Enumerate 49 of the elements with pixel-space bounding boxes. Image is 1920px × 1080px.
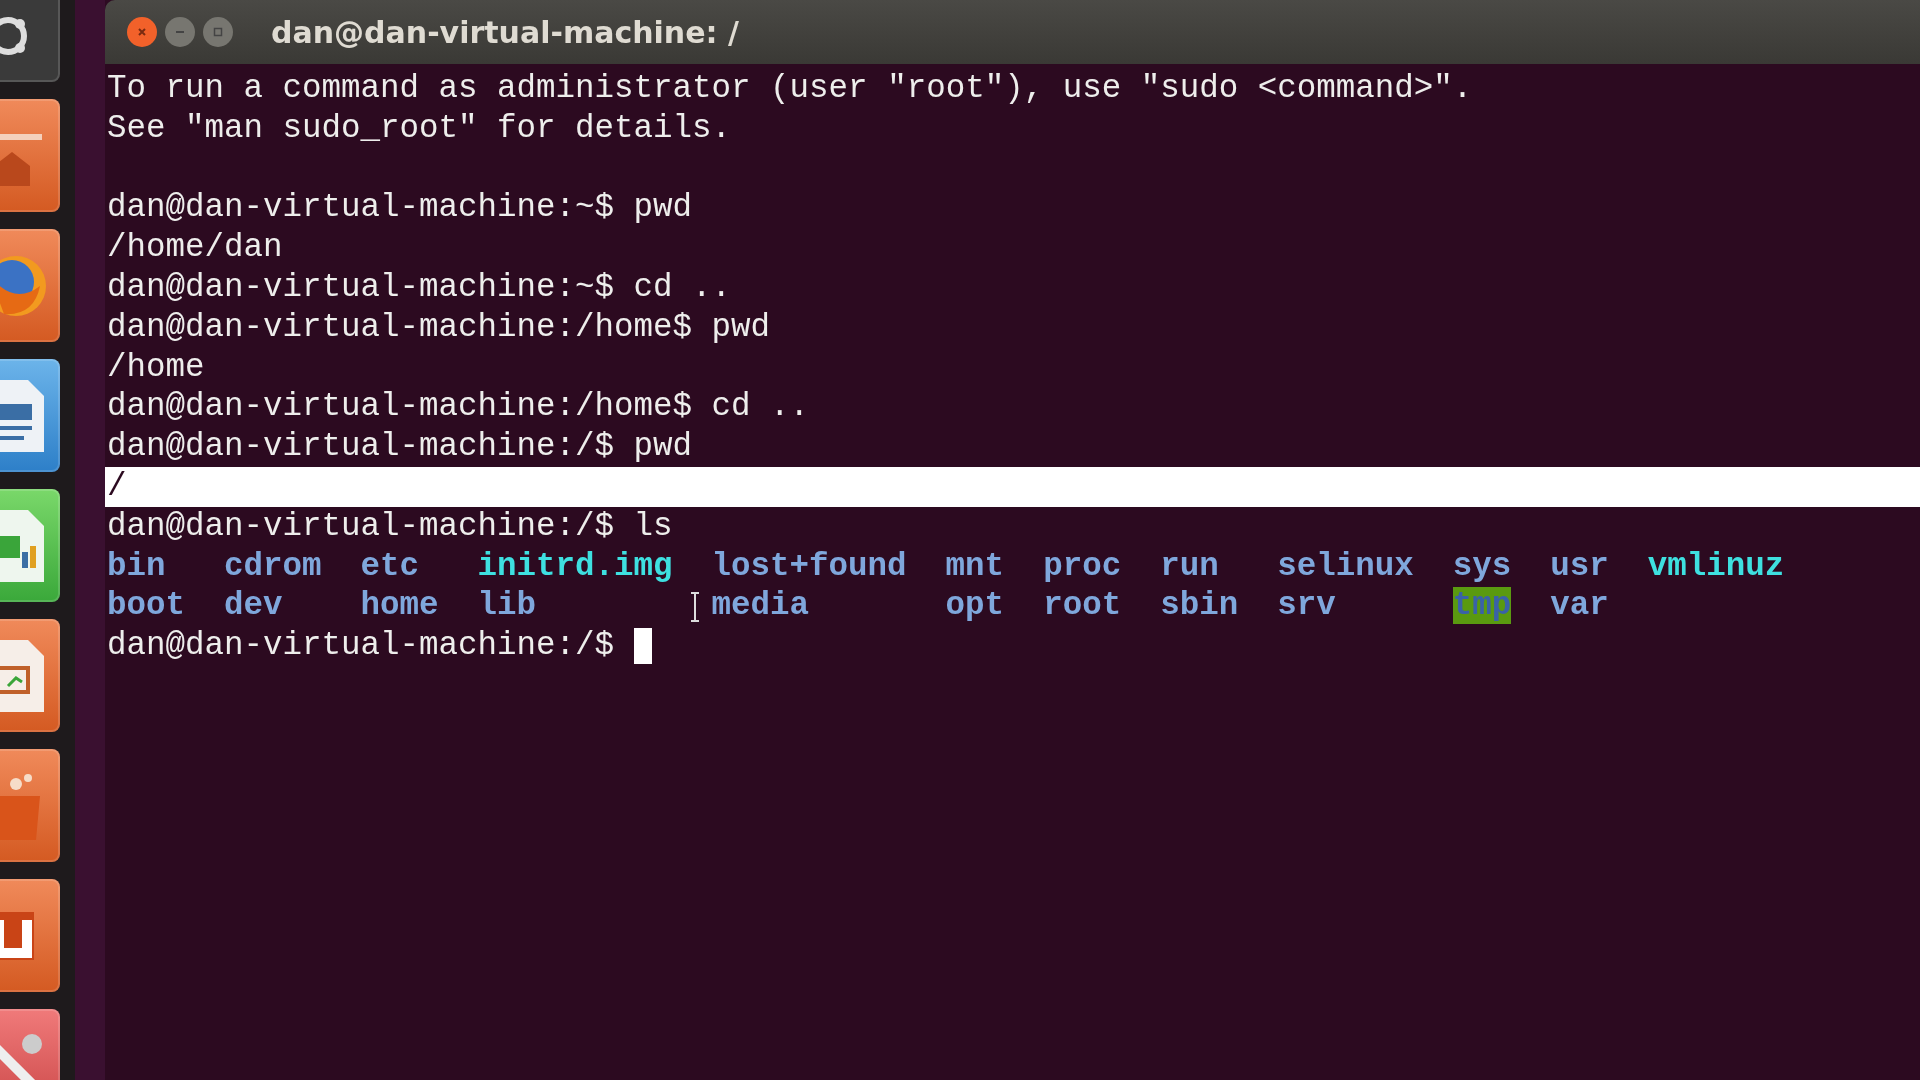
terminal-line: /home/dan — [106, 228, 284, 268]
terminal-line: dan@dan-virtual-machine:/home$ cd .. — [106, 387, 811, 428]
directory-entry: vmlinuz — [1647, 547, 1785, 585]
directory-entry: etc — [360, 547, 420, 585]
terminal-line: dan@dan-virtual-machine:/$ pwd — [106, 427, 694, 467]
directory-entry: mnt — [945, 547, 1005, 585]
directory-entry: home — [360, 587, 439, 625]
terminal-line: dan@dan-virtual-machine:/home$ pwd — [106, 307, 772, 348]
document-icon[interactable] — [0, 359, 60, 472]
terminal-line: To run a command as administrator (user "root"), use "sudo <command>". — [106, 69, 1474, 109]
directory-entry: bin — [107, 547, 166, 585]
maximize-button[interactable] — [203, 17, 233, 47]
directory-entry: dev — [224, 587, 283, 625]
directory-entry: boot — [107, 587, 185, 625]
presentation-icon[interactable] — [0, 619, 60, 732]
minimize-button[interactable] — [165, 17, 195, 47]
terminal-line: See "man sudo_root" for details. — [106, 108, 733, 149]
spreadsheet-icon[interactable] — [0, 489, 60, 602]
directory-entry: tmp — [1452, 587, 1512, 625]
directory-entry: sys — [1452, 547, 1512, 585]
maximize-icon — [213, 27, 223, 37]
shopping-bag-icon[interactable] — [0, 749, 60, 862]
directory-entry: root — [1043, 587, 1122, 625]
browser-icon[interactable] — [0, 229, 60, 342]
terminal-line: dan@dan-virtual-machine:/$ ls — [106, 506, 674, 547]
close-icon — [137, 27, 147, 37]
terminal-line: dan@dan-virtual-machine:~$ cd .. — [106, 268, 733, 308]
directory-entry: usr — [1550, 547, 1609, 585]
directory-entry: opt — [945, 587, 1005, 625]
terminal-line: dan@dan-virtual-machine:~$ pwd — [106, 188, 694, 229]
directory-entry: sbin — [1160, 587, 1239, 625]
window-title: dan@dan-virtual-machine: / — [271, 14, 739, 50]
terminal-prompt: dan@dan-virtual-machine:/$ — [107, 626, 615, 666]
directory-entry: proc — [1043, 547, 1122, 585]
dash-icon[interactable] — [0, 0, 60, 82]
directory-entry: var — [1550, 587, 1609, 625]
directory-entry: cdrom — [224, 547, 322, 585]
directory-entry: run — [1160, 547, 1219, 585]
text-cursor-icon — [689, 592, 700, 623]
close-button[interactable] — [127, 17, 157, 47]
directory-entry: media — [711, 587, 810, 625]
terminal-line: /home — [106, 347, 206, 388]
directory-entry: srv — [1277, 587, 1336, 625]
home-folder-icon[interactable] — [0, 99, 60, 212]
directory-entry: initrd.img — [477, 547, 673, 585]
cloud-storage-icon[interactable] — [0, 879, 60, 992]
directory-entry: lost+found — [711, 547, 907, 585]
directory-entry: selinux — [1277, 547, 1414, 585]
directory-entry: lib — [477, 587, 537, 625]
